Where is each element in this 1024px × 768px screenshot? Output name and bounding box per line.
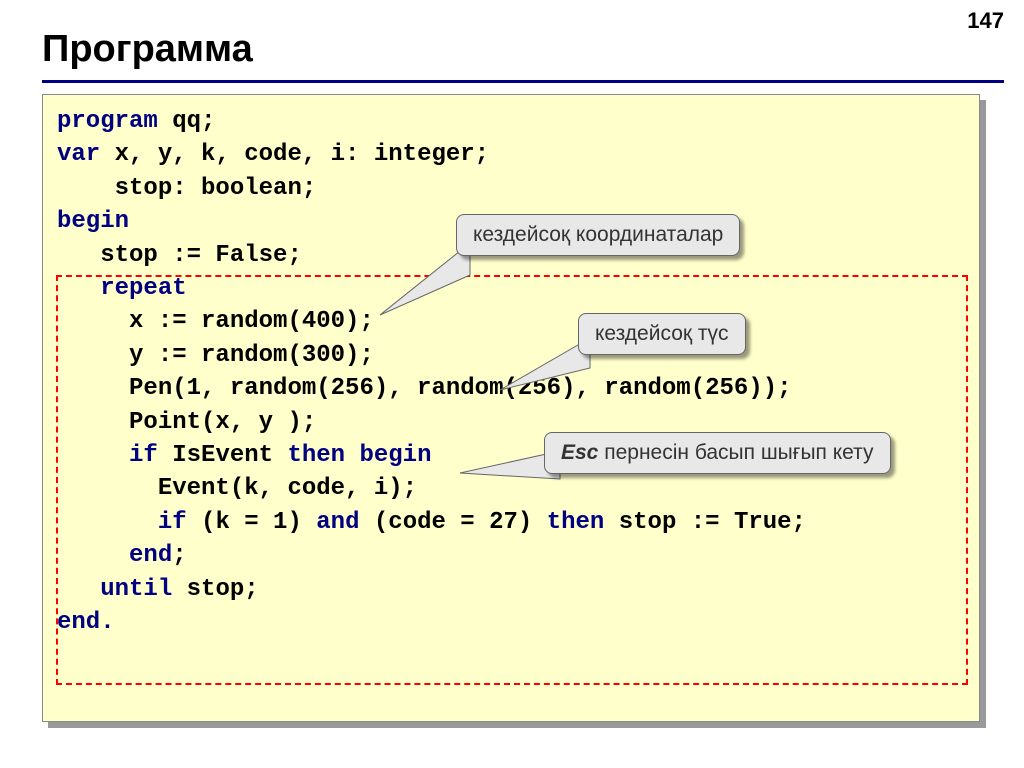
- page-number: 147: [967, 8, 1004, 34]
- code-line: repeat: [57, 272, 965, 305]
- code-box: program qq; var x, y, k, code, i: intege…: [42, 94, 980, 722]
- code-line: end;: [57, 539, 965, 572]
- code-line: var x, y, k, code, i: integer;: [57, 138, 965, 171]
- code-line: if (k = 1) and (code = 27) then stop := …: [57, 506, 965, 539]
- code-line: stop: boolean;: [57, 172, 965, 205]
- callout-random-color: кездейсоқ түс: [578, 313, 746, 355]
- code-line: program qq;: [57, 105, 965, 138]
- code-line: until stop;: [57, 573, 965, 606]
- title-rule: [42, 80, 1004, 83]
- callout-random-coords: кездейсоқ координаталар: [456, 214, 740, 256]
- callout-esc-exit: Esc пернесін басып шығып кету: [544, 432, 891, 474]
- slide-title: Программа: [42, 28, 253, 71]
- code-line: end.: [57, 606, 965, 639]
